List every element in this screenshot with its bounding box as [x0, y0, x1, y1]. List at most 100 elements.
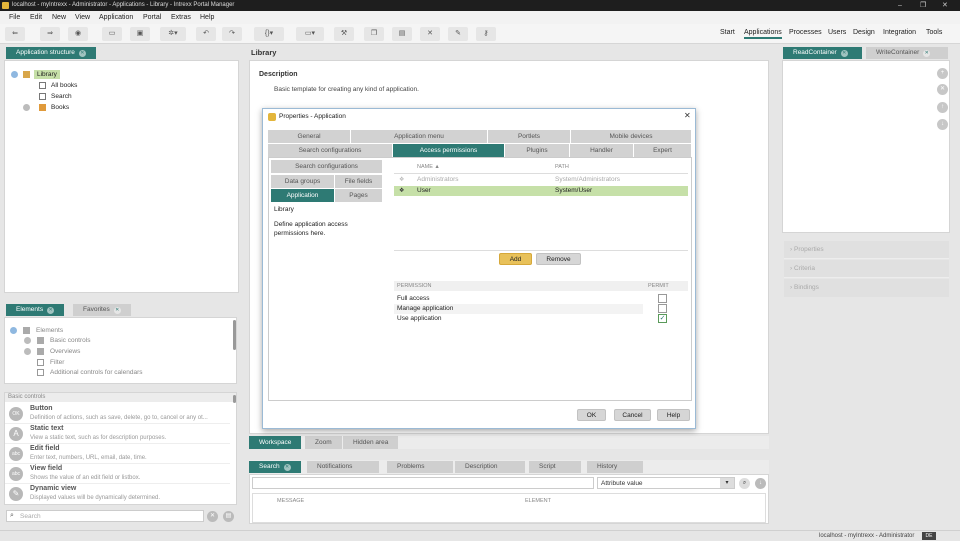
menu-view[interactable]: View: [75, 14, 90, 21]
nav-tools[interactable]: Tools: [926, 29, 942, 36]
save-icon[interactable]: ▣: [130, 27, 150, 41]
column-name[interactable]: NAME ▲: [417, 164, 440, 170]
tree-filter[interactable]: Filter: [50, 359, 64, 366]
maximize-button[interactable]: ❐: [920, 0, 926, 11]
expand-icon[interactable]: [24, 337, 31, 344]
trash-icon[interactable]: ▤: [223, 511, 234, 522]
menu-portal[interactable]: Portal: [143, 14, 161, 21]
tab-writecontainer[interactable]: WriteContainer ✕: [866, 47, 948, 59]
add-button[interactable]: Add: [499, 253, 532, 265]
redo-icon[interactable]: ↷: [222, 27, 242, 41]
attribute-select[interactable]: Attribute value ▾: [597, 477, 735, 489]
tab-problems[interactable]: Problems: [387, 461, 453, 473]
key-icon[interactable]: ⚷: [476, 27, 496, 41]
menu-help[interactable]: Help: [200, 14, 214, 21]
settings-dropdown-icon[interactable]: ✲▾: [160, 27, 186, 41]
tab-workspace[interactable]: Workspace: [249, 436, 302, 449]
control-view-field[interactable]: abc View field Shows the value of an edi…: [5, 464, 230, 484]
subtab-file-fields[interactable]: File fields: [335, 175, 382, 188]
subtab-search-configurations[interactable]: Search configurations: [271, 160, 382, 173]
tab-access-permissions[interactable]: Access permissions: [393, 144, 504, 157]
menu-application[interactable]: Application: [99, 14, 133, 21]
close-button[interactable]: ✕: [942, 0, 948, 11]
subtab-application[interactable]: Application: [271, 189, 334, 202]
close-icon[interactable]: ✕: [113, 307, 121, 314]
scrollbar[interactable]: [233, 320, 236, 350]
tab-elements[interactable]: Elements ✕: [6, 304, 65, 316]
tab-readcontainer[interactable]: ReadContainer ✕: [783, 47, 862, 59]
back-icon[interactable]: ⇐: [5, 27, 25, 41]
table-row-selected[interactable]: ❖ User System/User: [394, 186, 688, 196]
tree-additional-controls[interactable]: Additional controls for calendars: [50, 369, 143, 376]
table-row[interactable]: ❖ Administrators System/Administrators: [394, 175, 688, 185]
arrow-down-icon[interactable]: ↓: [937, 119, 948, 130]
tree-root-library[interactable]: Library: [34, 70, 60, 79]
control-dynamic-view[interactable]: ✎ Dynamic view Displayed values will be …: [5, 484, 230, 504]
subtab-data-groups[interactable]: Data groups: [271, 175, 334, 188]
tab-portlets[interactable]: Portlets: [488, 130, 570, 143]
nav-users[interactable]: Users: [828, 29, 846, 36]
nav-processes[interactable]: Processes: [789, 29, 822, 36]
tools-icon[interactable]: ⚒: [334, 27, 354, 41]
tab-description[interactable]: Description: [455, 461, 525, 473]
tab-search-configurations[interactable]: Search configurations: [268, 144, 392, 157]
copy-icon[interactable]: ❐: [364, 27, 384, 41]
tab-application-menu[interactable]: Application menu: [351, 130, 487, 143]
nav-start[interactable]: Start: [720, 29, 735, 36]
tree-elements[interactable]: Elements: [36, 327, 63, 334]
checkbox-manage-application[interactable]: [658, 304, 667, 313]
log-search-input[interactable]: [252, 477, 594, 489]
display-dropdown-icon[interactable]: ▭▾: [296, 27, 324, 41]
tree-item-books[interactable]: Books: [51, 104, 69, 111]
control-edit-field[interactable]: abc Edit field Enter text, numbers, URL,…: [5, 444, 230, 464]
collapse-icon[interactable]: [11, 71, 18, 78]
delete-icon[interactable]: ✕: [420, 27, 440, 41]
arrow-down-icon[interactable]: ↓: [755, 478, 766, 489]
remove-button[interactable]: Remove: [536, 253, 581, 265]
expand-icon[interactable]: [24, 348, 31, 355]
nav-integration[interactable]: Integration: [883, 29, 916, 36]
subtab-pages[interactable]: Pages: [335, 189, 382, 202]
close-icon[interactable]: ✕: [78, 50, 86, 57]
menu-edit[interactable]: Edit: [30, 14, 42, 21]
tab-zoom[interactable]: Zoom: [305, 436, 342, 449]
close-icon[interactable]: ✕: [283, 464, 291, 471]
checkbox-use-application[interactable]: ✓: [658, 314, 667, 323]
control-static-text[interactable]: A Static text View a static text, such a…: [5, 424, 230, 444]
menu-extras[interactable]: Extras: [171, 14, 191, 21]
tab-application-structure[interactable]: Application structure ✕: [6, 47, 96, 59]
section-properties[interactable]: › Properties: [784, 241, 949, 259]
checkbox-full-access[interactable]: [658, 294, 667, 303]
tab-notifications[interactable]: Notifications: [307, 461, 379, 473]
section-criteria[interactable]: › Criteria: [784, 260, 949, 278]
tree-basic-controls[interactable]: Basic controls: [50, 337, 90, 344]
language-badge[interactable]: DE: [922, 532, 936, 540]
tab-history[interactable]: History: [587, 461, 643, 473]
tab-hidden-area[interactable]: Hidden area: [343, 436, 399, 449]
paste-icon[interactable]: ▤: [392, 27, 412, 41]
tree-item-all-books[interactable]: All books: [51, 82, 77, 89]
close-icon[interactable]: ✕: [923, 50, 931, 57]
tab-favorites[interactable]: Favorites ✕: [73, 304, 131, 316]
ok-button[interactable]: OK: [577, 409, 606, 421]
dialog-close-icon[interactable]: ✕: [684, 111, 691, 120]
help-button[interactable]: Help: [657, 409, 690, 421]
nav-applications[interactable]: Applications: [744, 29, 782, 39]
tab-expert[interactable]: Expert: [634, 144, 691, 157]
add-icon[interactable]: +: [937, 68, 948, 79]
folder-icon[interactable]: ▭: [102, 27, 122, 41]
menu-new[interactable]: New: [52, 14, 66, 21]
close-icon[interactable]: ✕: [47, 307, 55, 314]
elements-search-input[interactable]: ⌕ Search: [6, 510, 204, 522]
control-button[interactable]: OK Button Definition of actions, such as…: [5, 404, 230, 424]
tree-overviews[interactable]: Overviews: [50, 348, 80, 355]
tab-general[interactable]: General: [268, 130, 350, 143]
tab-handler[interactable]: Handler: [570, 144, 633, 157]
remove-icon[interactable]: ✕: [937, 84, 948, 95]
globe-icon[interactable]: ◉: [68, 27, 88, 41]
nav-design[interactable]: Design: [853, 29, 875, 36]
close-icon[interactable]: ✕: [840, 50, 848, 57]
expand-icon[interactable]: [23, 104, 30, 111]
undo-icon[interactable]: ↶: [196, 27, 216, 41]
arrow-up-icon[interactable]: ↑: [937, 102, 948, 113]
